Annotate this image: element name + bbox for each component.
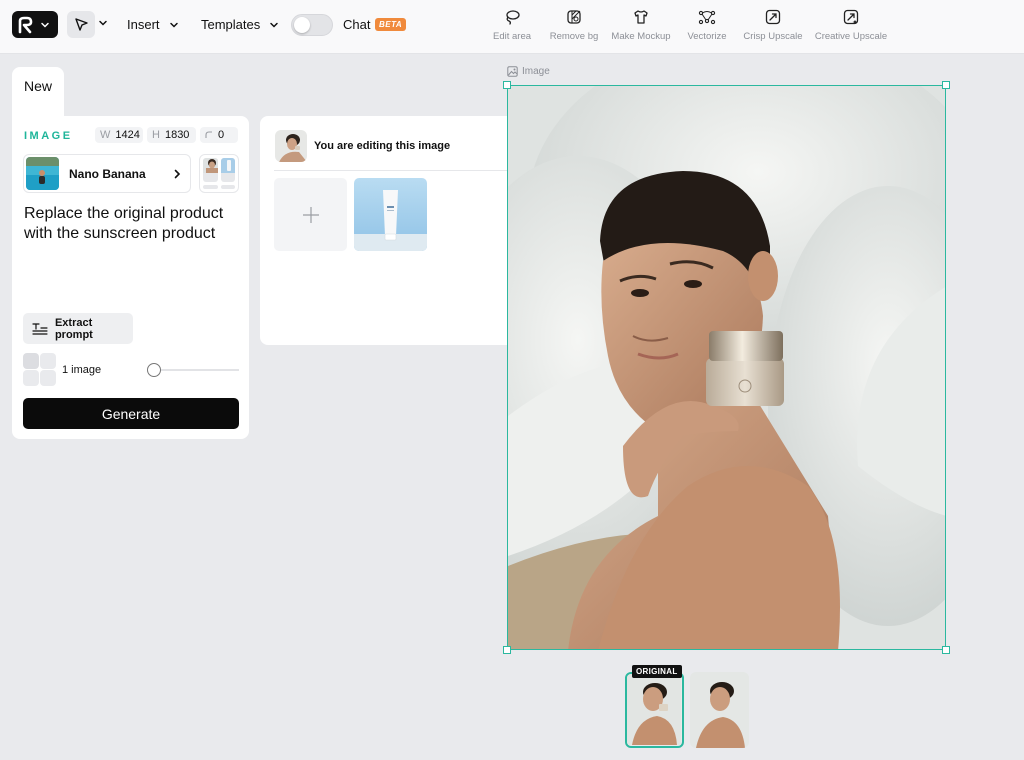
width-value: 1424 <box>115 129 140 141</box>
canvas-image-label: Image <box>507 66 550 77</box>
chevron-down-icon <box>41 22 49 28</box>
version-thumbnail-original[interactable] <box>625 672 684 748</box>
reference-images[interactable] <box>199 154 239 193</box>
model-selector[interactable]: Nano Banana <box>23 154 191 193</box>
reference-thumbnail <box>220 158 235 182</box>
image-icon <box>507 66 518 77</box>
portrait-photo <box>508 86 945 649</box>
image-count-slider-track[interactable] <box>152 369 239 371</box>
radius-value: 0 <box>218 129 225 141</box>
model-thumbnail <box>26 157 59 190</box>
cursor-icon <box>74 18 88 31</box>
chat-label: Chat <box>343 17 371 32</box>
original-badge: ORIGINAL <box>632 665 682 678</box>
generate-label: Generate <box>101 405 161 422</box>
add-reference-button[interactable] <box>274 178 347 251</box>
reference-thumbnail <box>203 158 218 182</box>
pointer-tool-button[interactable] <box>67 11 95 38</box>
insert-menu[interactable]: Insert <box>127 17 180 32</box>
corner-radius-icon <box>205 131 212 138</box>
tool-label: Make Mockup <box>611 31 671 42</box>
reference-slot-empty <box>203 185 218 189</box>
generation-panel: IMAGE W 1424 H 1830 0 Nano Banana Replac… <box>12 116 249 439</box>
extract-prompt-label: Extract prompt <box>54 316 93 341</box>
plus-icon <box>302 206 319 223</box>
templates-menu[interactable]: Templates <box>201 17 280 32</box>
reference-slot-empty <box>220 185 235 189</box>
tool-label: Remove bg <box>549 31 599 42</box>
prompt-text[interactable]: Replace the original product with the su… <box>24 204 242 244</box>
canvas-image[interactable] <box>507 85 946 650</box>
resize-handle-bottom-left[interactable] <box>503 646 511 654</box>
top-toolbar: Insert Templates Chat BETA Edit area Rem… <box>0 0 1024 54</box>
chevron-right-icon <box>174 169 181 178</box>
chat-toggle[interactable] <box>291 14 333 36</box>
tool-label: Vectorize <box>687 31 727 42</box>
chevron-down-icon <box>270 22 278 28</box>
tool-label: Creative Upscale <box>814 31 888 42</box>
generate-button[interactable]: Generate <box>23 398 239 429</box>
image-count-slider-knob[interactable] <box>147 363 161 377</box>
width-key: W <box>100 129 111 141</box>
image-count-label: 1 image <box>62 364 102 376</box>
image-count-grid-icon <box>23 353 56 386</box>
crisp-upscale-tool[interactable]: Crisp Upscale <box>733 8 813 42</box>
templates-label: Templates <box>201 17 261 32</box>
width-field[interactable]: W 1424 <box>95 127 143 143</box>
new-tab-label: New <box>23 78 52 94</box>
resize-handle-bottom-right[interactable] <box>942 646 950 654</box>
logo-menu-button[interactable] <box>12 11 58 38</box>
extract-prompt-icon <box>32 322 48 335</box>
upscale-icon <box>765 9 781 25</box>
image-label: Image <box>522 66 550 77</box>
resize-handle-top-left[interactable] <box>503 81 511 89</box>
beta-badge: BETA <box>375 18 407 31</box>
lasso-icon <box>506 10 520 25</box>
extract-prompt-button[interactable]: Extract prompt <box>23 313 133 344</box>
section-label: IMAGE <box>24 130 73 142</box>
editing-image-thumbnail <box>275 130 307 162</box>
logo-icon <box>18 16 33 33</box>
editing-title: You are editing this image <box>314 140 451 152</box>
model-name: Nano Banana <box>69 166 146 181</box>
vector-nodes-icon <box>698 10 716 25</box>
toggle-knob <box>294 17 310 33</box>
creative-upscale-tool[interactable]: Creative Upscale <box>811 8 891 42</box>
corner-radius-field[interactable]: 0 <box>200 127 238 143</box>
insert-label: Insert <box>127 17 160 32</box>
chevron-down-icon[interactable] <box>97 17 109 29</box>
editing-panel: You are editing this image <box>260 116 521 345</box>
height-field[interactable]: H 1830 <box>147 127 196 143</box>
tool-label: Crisp Upscale <box>743 31 803 42</box>
height-key: H <box>152 129 160 141</box>
remove-bg-icon <box>567 10 581 24</box>
divider <box>274 170 507 171</box>
tool-label: Edit area <box>492 31 532 42</box>
version-thumbnail[interactable] <box>690 672 749 748</box>
resize-handle-top-right[interactable] <box>942 81 950 89</box>
tshirt-icon <box>634 10 648 24</box>
reference-product-image[interactable] <box>354 178 427 251</box>
creative-upscale-icon <box>843 9 859 25</box>
chevron-down-icon <box>169 22 178 28</box>
height-value: 1830 <box>164 129 190 141</box>
